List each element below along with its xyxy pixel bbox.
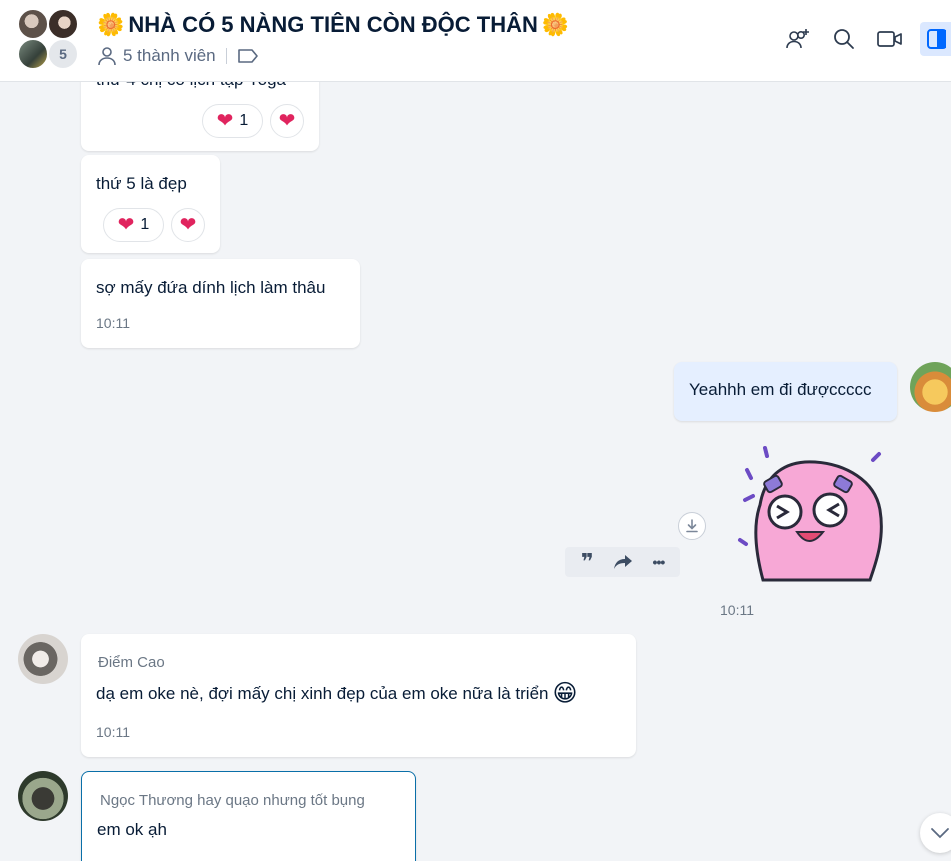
group-avatar[interactable]: 5 (17, 8, 83, 72)
heart-icon: ❤ (179, 214, 197, 236)
chat-header: 5 🌼 NHÀ CÓ 5 NÀNG TIÊN CÒN ĐỘC THÂN 🌼 5 … (0, 0, 951, 82)
message-bubble[interactable]: sợ mấy đứa dính lịch làm thâu 10:11 (81, 259, 360, 348)
more-options-icon[interactable]: ••• (653, 554, 666, 570)
member-avatar (17, 8, 49, 40)
member-count-badge: 5 (47, 38, 79, 70)
sticker-image[interactable] (735, 440, 885, 582)
sender-name: Ngọc Thương hay quạo nhưng tốt bụng (100, 792, 365, 809)
flower-icon: 🌼 (97, 12, 125, 37)
group-title[interactable]: 🌼 NHÀ CÓ 5 NÀNG TIÊN CÒN ĐỘC THÂN 🌼 (97, 12, 569, 38)
member-icon (97, 46, 117, 66)
add-member-icon[interactable] (782, 23, 814, 55)
members-link[interactable]: 5 thành viên (123, 46, 216, 66)
user-avatar[interactable] (910, 362, 951, 412)
reaction-count-value: 1 (239, 112, 249, 129)
header-actions (782, 22, 951, 56)
message-bubble[interactable]: Điểm Cao dạ em oke nè, đợi mấy chị xinh … (81, 634, 636, 757)
sender-avatar[interactable] (18, 771, 68, 821)
reaction-count[interactable]: ❤ 1 (103, 208, 164, 242)
sender-avatar[interactable] (18, 634, 68, 684)
sticker-time: 10:11 (720, 602, 754, 618)
chevron-down-icon (931, 828, 949, 839)
download-icon[interactable] (678, 512, 706, 540)
message-text: thứ 5 là đẹp (96, 174, 187, 193)
react-heart-button[interactable]: ❤ (270, 104, 304, 138)
heart-icon: ❤ (216, 110, 234, 132)
member-avatar (47, 8, 79, 40)
conversation-info-icon[interactable] (920, 22, 951, 56)
message-text: dạ em oke nè, đợi mấy chị xinh đẹp của e… (96, 682, 578, 706)
search-icon[interactable] (828, 23, 860, 55)
scroll-to-bottom-button[interactable] (920, 813, 951, 853)
heart-icon: ❤ (117, 214, 135, 236)
reaction-count[interactable]: ❤ 1 (202, 104, 263, 138)
member-avatar (17, 38, 49, 70)
heart-icon: ❤ (278, 110, 296, 132)
own-message-bubble[interactable]: Yeahhh em đi đượccccc (674, 362, 897, 421)
message-bubble[interactable]: Ngọc Thương hay quạo nhưng tốt bụng em o… (81, 771, 416, 861)
message-text: sợ mấy đứa dính lịch làm thâu (96, 278, 326, 297)
react-heart-button[interactable]: ❤ (171, 208, 205, 242)
reaction-count-value: 1 (140, 216, 150, 233)
group-subinfo: 5 thành viên (97, 46, 259, 66)
message-text: em ok ạh (97, 820, 167, 839)
sender-name: Điểm Cao (98, 654, 165, 671)
flower-icon: 🌼 (541, 12, 570, 37)
message-time: 10:11 (96, 315, 130, 331)
share-icon[interactable] (613, 554, 633, 570)
video-call-icon[interactable] (874, 23, 906, 55)
message-time: 10:11 (96, 724, 130, 740)
message-text: Yeahhh em đi đượccccc (689, 380, 872, 399)
divider (225, 48, 227, 64)
group-title-text: NHÀ CÓ 5 NÀNG TIÊN CÒN ĐỘC THÂN (128, 12, 538, 37)
message-text-content: dạ em oke nè, đợi mấy chị xinh đẹp của e… (96, 684, 549, 703)
message-action-bar: ❞ ••• (565, 547, 680, 577)
grin-emoji-icon: 😁 (552, 680, 578, 707)
quote-icon[interactable]: ❞ (581, 550, 594, 575)
tag-icon[interactable] (237, 48, 259, 64)
